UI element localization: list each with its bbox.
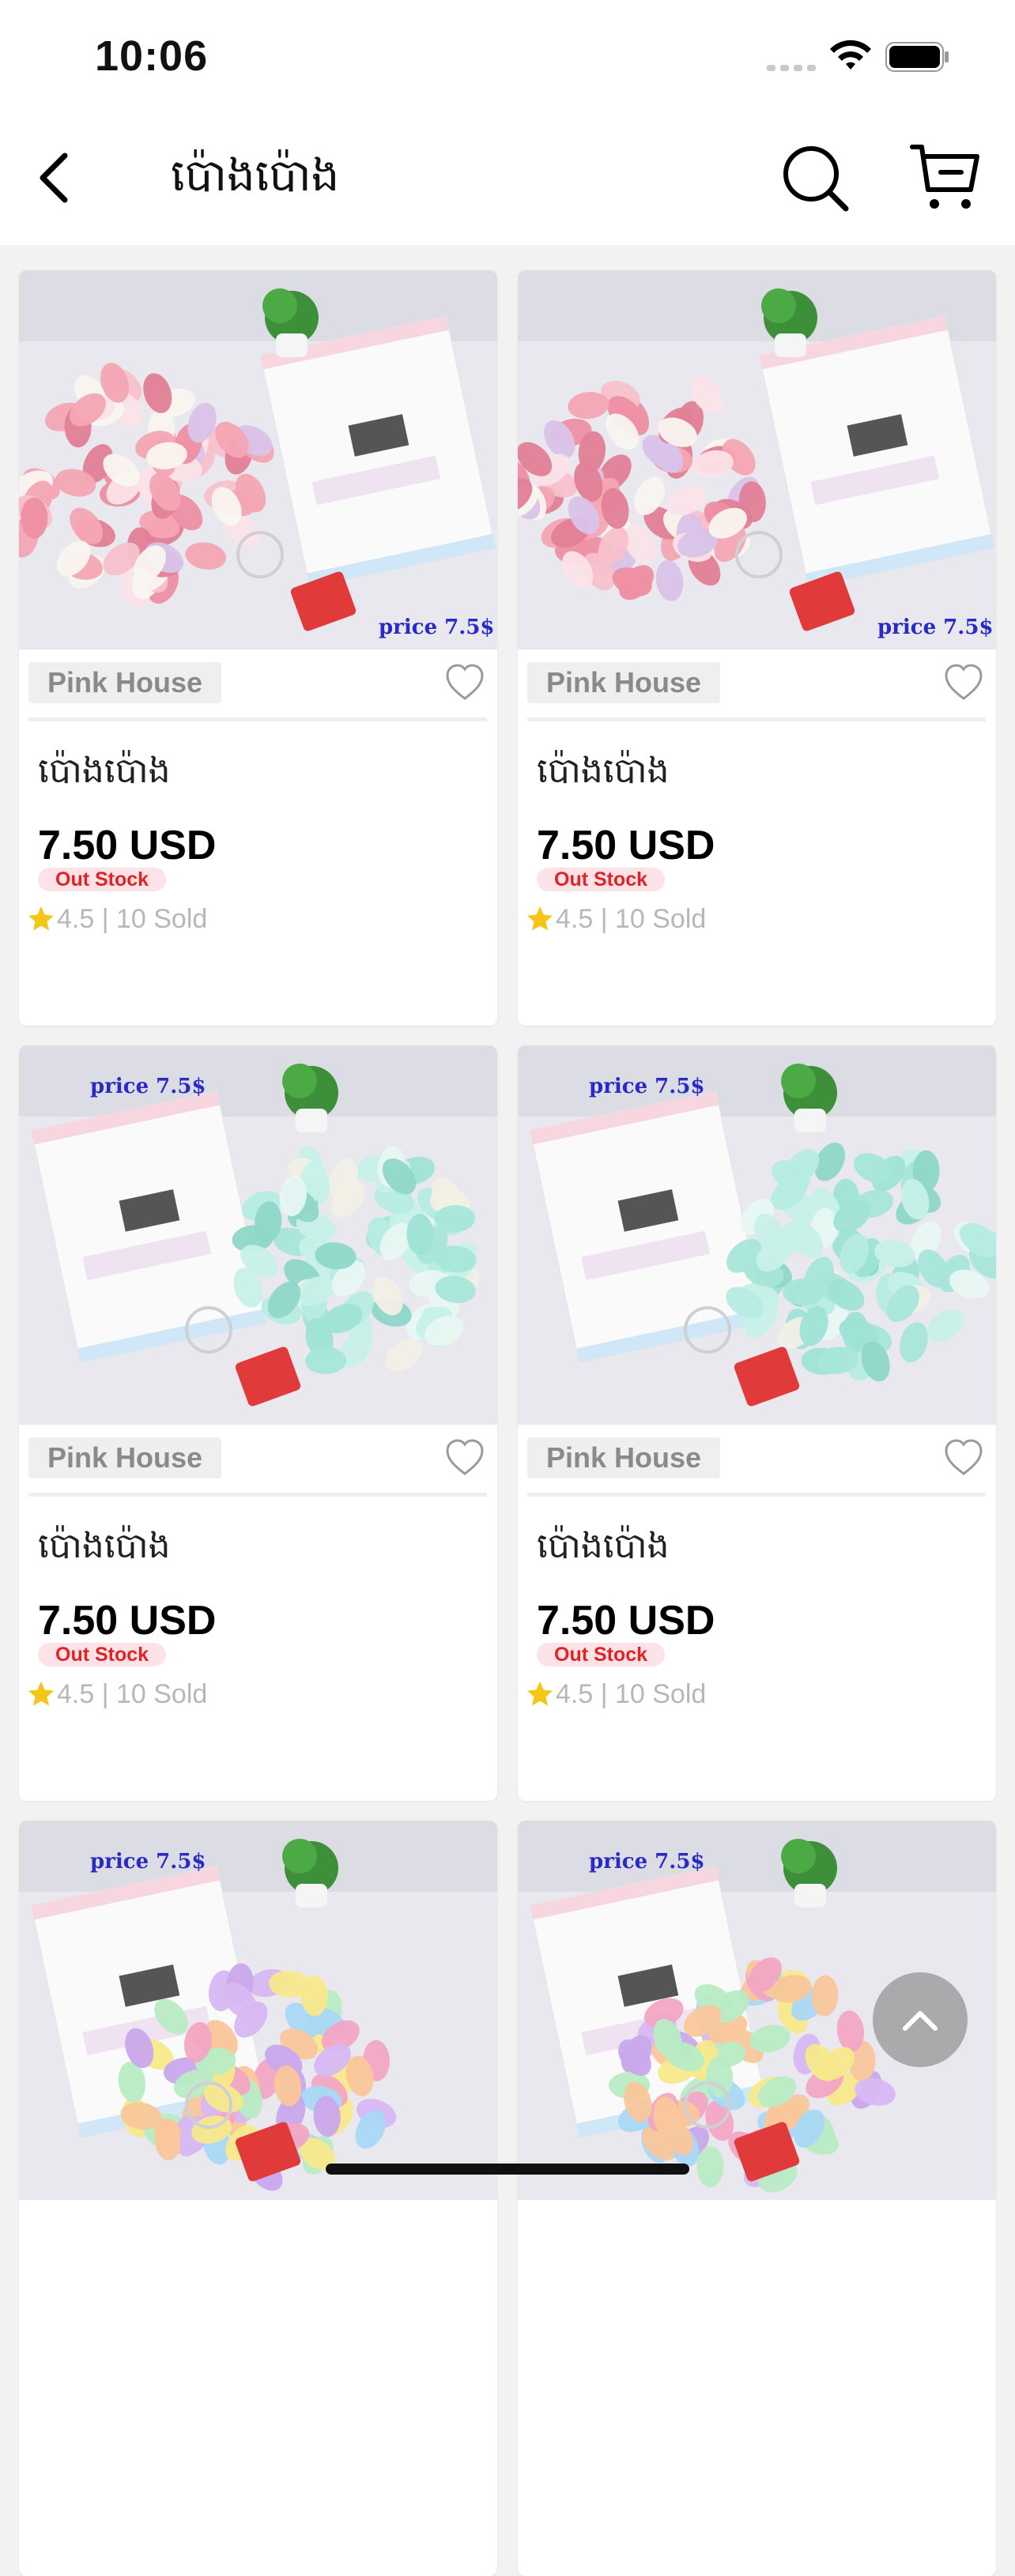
search-button[interactable] [779, 142, 852, 215]
image-price-text: price 7.5$ [90, 1075, 206, 1098]
heart-icon [945, 1439, 983, 1475]
product-image: price 7.5$ [518, 1045, 996, 1425]
product-image: price 7.5$ [19, 270, 497, 650]
product-price: 7.50 USD [537, 823, 715, 868]
rating-text: 4.5 | 10 Sold [57, 1678, 208, 1709]
shop-row: Pink House [527, 659, 986, 706]
rating-text: 4.5 | 10 Sold [556, 1678, 707, 1709]
image-price-text: price 7.5$ [589, 1075, 705, 1098]
heart-icon [945, 664, 983, 700]
star-icon [28, 1682, 54, 1706]
shop-badge[interactable]: Pink House [527, 662, 721, 703]
rating-text: 4.5 | 10 Sold [57, 903, 208, 934]
navigation-bar: ប៉ោងប៉ោង [0, 111, 1015, 245]
shop-badge[interactable]: Pink House [28, 1437, 222, 1478]
product-name: ប៉ោងប៉ោង [38, 751, 171, 791]
product-image-container[interactable]: price 7.5$ [19, 270, 497, 650]
product-card[interactable]: price 7.5$ Pink House ប៉ោងប៉ោង 7.50 USD … [19, 1045, 497, 1801]
wifi-icon [830, 40, 871, 70]
product-card[interactable]: price 7.5$ Pink House ប៉ោងប៉ោង 7.50 USD … [518, 270, 996, 1026]
favorite-button[interactable] [444, 1437, 485, 1478]
product-image-container[interactable]: price 7.5$ [19, 1045, 497, 1425]
product-name: ប៉ោងប៉ោង [38, 1526, 171, 1566]
search-icon [783, 146, 849, 212]
image-price-text: price 7.5$ [379, 616, 495, 639]
divider [527, 1493, 986, 1497]
product-card[interactable]: price 7.5$ [518, 1821, 996, 2576]
product-card[interactable]: price 7.5$ [19, 1821, 497, 2576]
shop-row: Pink House [527, 1434, 986, 1482]
shop-row: Pink House [28, 659, 487, 706]
home-indicator [326, 2164, 689, 2175]
scroll-to-top-button[interactable] [873, 1972, 968, 2067]
product-card[interactable]: price 7.5$ Pink House ប៉ោងប៉ោង 7.50 USD … [19, 270, 497, 1026]
rating-row: 4.5 | 10 Sold [526, 899, 706, 939]
product-image: price 7.5$ [518, 270, 996, 650]
divider [527, 717, 986, 721]
product-card[interactable]: price 7.5$ Pink House ប៉ោងប៉ោង 7.50 USD … [518, 1045, 996, 1801]
shop-badge[interactable]: Pink House [28, 662, 222, 703]
image-price-text: price 7.5$ [90, 1850, 206, 1874]
cart-button[interactable] [909, 141, 983, 215]
product-image: price 7.5$ [19, 1821, 497, 2200]
product-grid: price 7.5$ Pink House ប៉ោងប៉ោង 7.50 USD … [19, 270, 996, 2576]
cellular-signal-icon [767, 65, 816, 71]
divider [28, 717, 487, 721]
divider [28, 1493, 487, 1497]
product-image: price 7.5$ [19, 1045, 497, 1425]
out-of-stock-badge: Out Stock [38, 868, 167, 891]
product-image-container[interactable]: price 7.5$ [19, 1821, 497, 2200]
heart-icon [446, 1439, 484, 1475]
rating-row: 4.5 | 10 Sold [526, 1674, 706, 1714]
chevron-up-icon [903, 2011, 938, 2031]
back-button[interactable] [28, 142, 79, 213]
rating-text: 4.5 | 10 Sold [556, 903, 707, 934]
product-name: ប៉ោងប៉ោង [537, 751, 670, 791]
out-of-stock-badge: Out Stock [537, 1643, 666, 1666]
product-image-container[interactable]: price 7.5$ [518, 1045, 996, 1425]
product-name: ប៉ោងប៉ោង [537, 1526, 670, 1566]
product-price: 7.50 USD [38, 823, 217, 868]
rating-row: 4.5 | 10 Sold [27, 1674, 207, 1714]
out-of-stock-badge: Out Stock [38, 1643, 167, 1666]
favorite-button[interactable] [943, 1437, 984, 1478]
cart-icon [910, 145, 979, 209]
shop-row: Pink House [28, 1434, 487, 1482]
favorite-button[interactable] [943, 662, 984, 703]
favorite-button[interactable] [444, 662, 485, 703]
image-price-text: price 7.5$ [877, 616, 994, 639]
heart-icon [446, 664, 484, 700]
page-title: ប៉ោងប៉ោង [171, 150, 340, 201]
out-of-stock-badge: Out Stock [537, 868, 666, 891]
image-price-text: price 7.5$ [589, 1850, 705, 1874]
chevron-left-icon [40, 153, 68, 203]
star-icon [527, 1682, 553, 1706]
star-icon [28, 906, 54, 931]
rating-row: 4.5 | 10 Sold [27, 899, 207, 939]
product-price: 7.50 USD [537, 1598, 715, 1644]
battery-icon [885, 42, 949, 72]
status-time: 10:06 [95, 32, 209, 80]
star-icon [527, 906, 553, 931]
status-bar: 10:06 [0, 0, 1015, 111]
product-image-container[interactable]: price 7.5$ [518, 270, 996, 650]
product-price: 7.50 USD [38, 1598, 217, 1644]
shop-badge[interactable]: Pink House [527, 1437, 721, 1478]
